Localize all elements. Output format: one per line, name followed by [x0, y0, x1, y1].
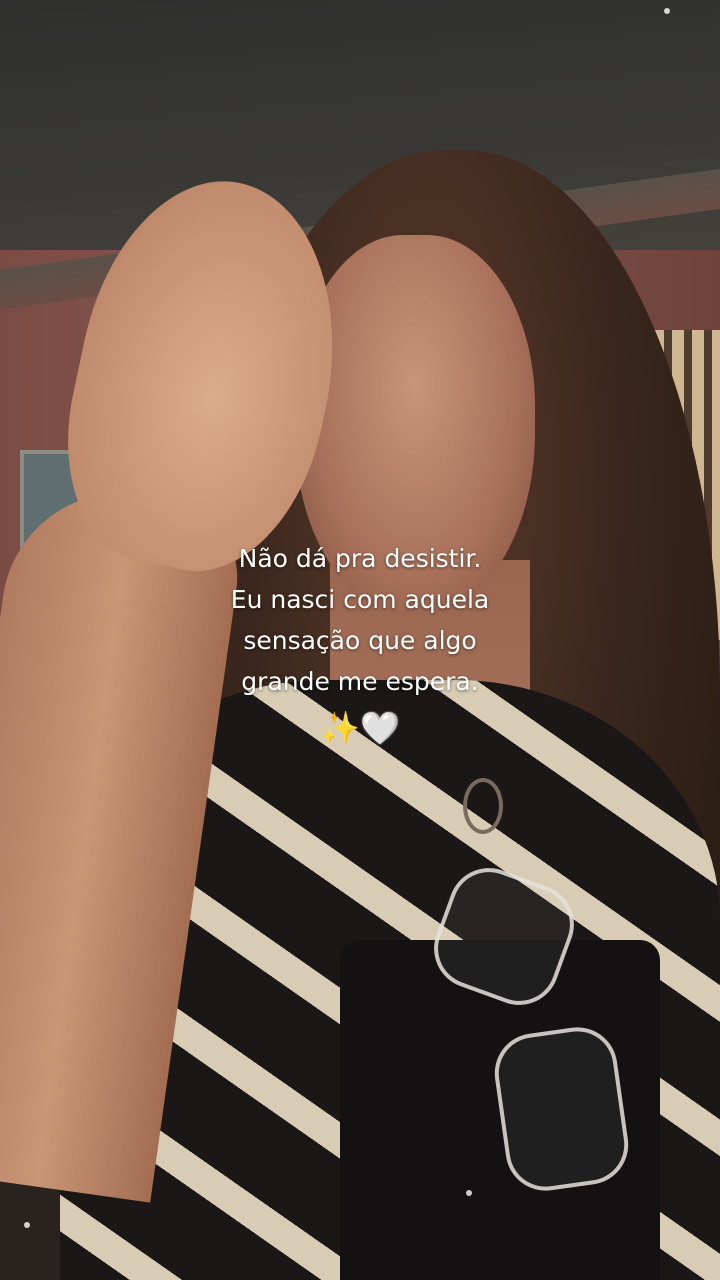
caption-text: Não dá pra desistir. Eu nasci com aquela… [180, 538, 540, 702]
caption-line-4: grande me espera. [241, 667, 479, 696]
glasses-lens-bottom [489, 1022, 634, 1196]
caption-line-3: sensação que algo [243, 626, 477, 655]
necklace-pendant [463, 778, 503, 834]
caption-line-1: Não dá pra desistir. [238, 544, 482, 573]
caption-line-2: Eu nasci com aquela [230, 585, 490, 614]
sparkle-dot [466, 1190, 472, 1196]
caption-emoji: ✨🤍 [180, 708, 540, 748]
sparkles-icon: ✨ [320, 710, 360, 746]
white-heart-icon: 🤍 [360, 710, 400, 746]
sparkle-dot [664, 8, 670, 14]
sparkle-dot [24, 1222, 30, 1228]
